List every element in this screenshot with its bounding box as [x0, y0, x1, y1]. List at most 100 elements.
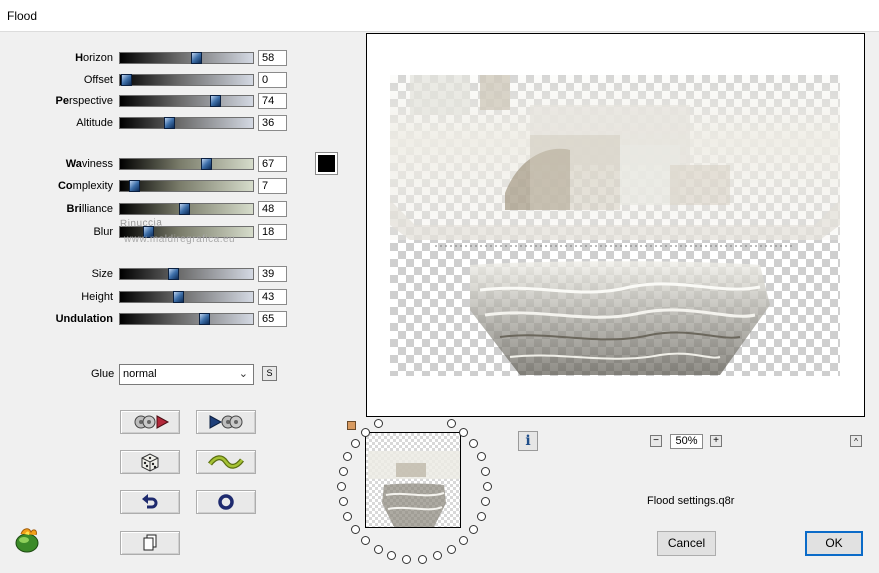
collapse-button[interactable]: ^	[850, 435, 862, 447]
preview-frame[interactable]	[366, 33, 865, 417]
navigator-ring-dot[interactable]	[350, 439, 360, 449]
navigator-ring-dot[interactable]	[373, 418, 383, 428]
navigator-anchor-handle[interactable]	[347, 421, 356, 430]
random-right-icon	[209, 415, 243, 429]
navigator-ring-dot[interactable]	[458, 536, 468, 546]
param-label-complexity: Complexity	[57, 180, 113, 192]
zoom-level[interactable]: 50%	[670, 434, 703, 449]
navigator-ring-dot[interactable]	[446, 545, 456, 555]
random-left-icon	[134, 415, 170, 429]
slider-thumb[interactable]	[129, 180, 141, 192]
navigator-ring-dot[interactable]	[481, 466, 491, 476]
random-left-button[interactable]	[120, 410, 180, 434]
navigator-ring-dot[interactable]	[361, 427, 371, 437]
param-label-undulation: Undulation	[55, 313, 113, 325]
param-label-offset: Offset	[83, 74, 113, 86]
watermark-url: www.maldiregrafica.eu	[124, 234, 236, 245]
perspective-slider[interactable]	[119, 95, 254, 107]
dice-button[interactable]	[120, 450, 180, 474]
navigator-ring-dot[interactable]	[417, 554, 427, 564]
undo-button[interactable]	[120, 490, 180, 514]
navigator-ring-dot[interactable]	[446, 418, 456, 428]
offset-value-input[interactable]: 0	[258, 72, 287, 88]
navigator-ring-dot[interactable]	[373, 545, 383, 555]
reset-button[interactable]	[196, 490, 256, 514]
slider-thumb[interactable]	[121, 74, 132, 86]
zoom-in-button[interactable]: +	[710, 435, 722, 447]
navigator-ring-dot[interactable]	[387, 551, 397, 561]
height-slider[interactable]	[119, 291, 254, 303]
slider-thumb[interactable]	[199, 313, 210, 325]
param-label-size: Size	[91, 268, 113, 280]
param-label-waviness: Waviness	[65, 158, 113, 170]
slider-thumb[interactable]	[178, 203, 190, 215]
navigator-ring-dot[interactable]	[469, 439, 479, 449]
param-label-height: Height	[81, 291, 113, 303]
param-label-blur: Blur	[93, 226, 113, 238]
size-value-input[interactable]: 39	[258, 266, 287, 282]
navigator-ring-dot[interactable]	[481, 497, 491, 507]
undo-icon	[142, 494, 158, 509]
window-titlebar: Flood	[0, 0, 879, 32]
altitude-value-input[interactable]: 36	[258, 115, 287, 131]
size-slider[interactable]	[119, 268, 254, 280]
glue-value: normal	[123, 368, 157, 380]
horizon-value-input[interactable]: 58	[258, 50, 287, 66]
slider-thumb[interactable]	[172, 291, 184, 303]
flood-color-swatch[interactable]	[315, 152, 338, 175]
glue-select[interactable]: normal ⌄	[119, 364, 254, 385]
random-right-button[interactable]	[196, 410, 256, 434]
wave-button[interactable]	[196, 450, 256, 474]
slider-thumb[interactable]	[201, 158, 213, 170]
brilliance-value-input[interactable]: 48	[258, 201, 287, 217]
blur-value-input[interactable]: 18	[258, 224, 287, 240]
navigator-ring-dot[interactable]	[350, 524, 360, 534]
horizon-slider[interactable]	[119, 52, 254, 64]
ok-button[interactable]: OK	[805, 531, 863, 556]
undulation-slider[interactable]	[119, 313, 254, 325]
navigator-ring-dot[interactable]	[337, 482, 346, 491]
perspective-value-input[interactable]: 74	[258, 93, 287, 109]
cancel-button[interactable]: Cancel	[657, 531, 716, 556]
navigator-ring-dot[interactable]	[343, 452, 353, 462]
navigator-ring-dot[interactable]	[432, 551, 442, 561]
param-label-brilliance: Brilliance	[66, 203, 113, 215]
offset-slider[interactable]	[119, 74, 254, 86]
brilliance-slider[interactable]	[119, 203, 254, 215]
slider-thumb[interactable]	[190, 52, 202, 64]
waviness-value-input[interactable]: 67	[258, 156, 287, 172]
navigator-ring-dot[interactable]	[458, 427, 468, 437]
glue-label: Glue	[91, 368, 115, 380]
navigator-ring-dot[interactable]	[338, 466, 348, 476]
slider-thumb[interactable]	[209, 95, 221, 107]
navigator-ring-dot[interactable]	[402, 554, 412, 564]
slider-thumb[interactable]	[164, 117, 176, 129]
height-value-input[interactable]: 43	[258, 289, 287, 305]
param-label-altitude: Altitude	[76, 117, 113, 129]
navigator-ring-dot[interactable]	[361, 536, 371, 546]
navigator-ring-dot[interactable]	[469, 524, 479, 534]
zoom-out-button[interactable]: −	[650, 435, 662, 447]
navigator-ring-dot[interactable]	[476, 452, 486, 462]
altitude-slider[interactable]	[119, 117, 254, 129]
copy-button[interactable]	[120, 531, 180, 555]
navigator-image	[368, 451, 460, 527]
navigator-ring-dot[interactable]	[483, 482, 492, 491]
navigator-thumbnail[interactable]	[365, 432, 461, 528]
param-label-horizon: Horizon	[75, 52, 113, 64]
chevron-down-icon: ⌄	[238, 368, 248, 380]
watermark-name: Rinuccia	[119, 217, 163, 230]
info-button[interactable]: i	[518, 431, 538, 451]
navigator-ring-dot[interactable]	[476, 511, 486, 521]
complexity-slider[interactable]	[119, 180, 254, 192]
complexity-value-input[interactable]: 7	[258, 178, 287, 194]
slider-thumb[interactable]	[167, 268, 179, 280]
filter-logo-icon	[15, 528, 39, 553]
dice-icon	[141, 453, 159, 472]
waviness-slider[interactable]	[119, 158, 254, 170]
navigator-ring-dot[interactable]	[343, 511, 353, 521]
undulation-value-input[interactable]: 65	[258, 311, 287, 327]
preview-image	[390, 75, 840, 375]
navigator-ring-dot[interactable]	[338, 497, 348, 507]
glue-s-button[interactable]: S	[262, 366, 277, 381]
